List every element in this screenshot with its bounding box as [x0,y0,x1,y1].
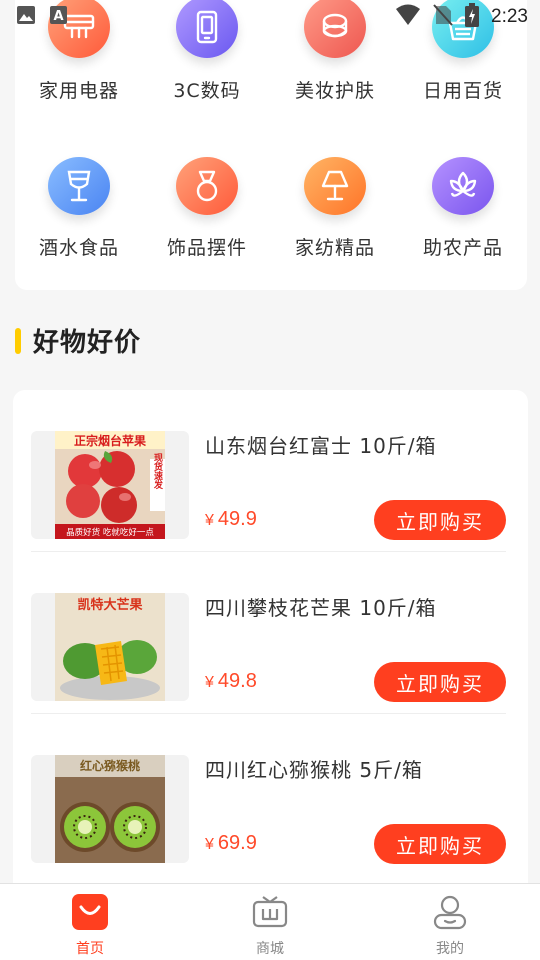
product-list: 正宗烟台苹果 现货速发 晶质好货 吃就吃好一点 山东烟台红富士 10斤/箱 ¥4… [13,390,528,910]
no-sim-icon [433,4,453,30]
lamp-icon [304,157,366,215]
currency-symbol: ¥ [205,512,214,529]
clock: 2:23 [491,6,528,27]
product-price: ¥49.8 [205,670,257,693]
profile-icon [432,894,468,934]
category-accessories[interactable]: 饰品摆件 [143,130,271,260]
category-label: 美妆护肤 [294,80,375,102]
image-footer-text: 晶质好货 吃就吃好一点 [66,527,154,538]
wine-glass-icon [48,157,110,215]
nav-label: 我的 [436,941,464,957]
section-title: 好物好价 [33,328,142,358]
category-label: 日用百货 [422,80,503,102]
buy-now-button[interactable]: 立即购买 [374,500,506,540]
status-bar: A 2:23 [0,0,540,34]
product-price: ¥69.9 [205,832,257,855]
price-value: 69.9 [217,832,257,854]
font-icon: A [50,5,68,29]
price-value: 49.8 [217,670,257,692]
kiwi-photo: 红心猕猴桃 [55,755,165,863]
wifi-icon [395,4,421,30]
bottom-nav: 首页 商城 我的 [0,883,540,960]
plant-icon [432,157,494,215]
buy-now-button[interactable]: 立即购买 [374,662,506,702]
product-item[interactable]: 红心猕猴桃 四川红心猕猴桃 5斤/箱 ¥69.9 立即购买 [31,714,506,876]
category-label: 家纺精品 [294,237,375,259]
svg-text:A: A [53,9,63,24]
category-label: 家用电器 [38,80,119,102]
category-home-textiles[interactable]: 家纺精品 [271,130,399,260]
battery-charging-icon [465,3,480,31]
category-label: 饰品摆件 [166,237,247,259]
category-grid: 家用电器 3C数码 美妆护肤 日用百货 酒水食品 饰品摆件 家纺精品 助农产品 [15,0,527,260]
product-name[interactable]: 四川攀枝花芒果 10斤/箱 [205,592,437,621]
section-accent-bar [15,327,21,354]
product-image[interactable]: 正宗烟台苹果 现货速发 晶质好货 吃就吃好一点 [31,431,189,539]
nav-label: 首页 [76,941,104,957]
store-icon [252,894,288,934]
product-price: ¥49.9 [205,508,257,531]
product-image[interactable]: 凯特大芒果 [31,593,189,701]
section-header: 好物好价 [15,322,141,359]
currency-symbol: ¥ [205,674,214,691]
image-banner-text: 正宗烟台苹果 [74,433,146,448]
nav-item-profile[interactable]: 我的 [360,884,540,960]
image-banner-text: 凯特大芒果 [77,597,142,613]
product-item[interactable]: 正宗烟台苹果 现货速发 晶质好货 吃就吃好一点 山东烟台红富士 10斤/箱 ¥4… [31,390,506,552]
category-card: 家用电器 3C数码 美妆护肤 日用百货 酒水食品 饰品摆件 家纺精品 助农产品 [15,0,527,290]
nav-item-home[interactable]: 首页 [0,884,180,960]
price-value: 49.9 [217,508,257,530]
product-image[interactable]: 红心猕猴桃 [31,755,189,863]
nav-label: 商城 [256,941,284,957]
apple-photo: 正宗烟台苹果 现货速发 晶质好货 吃就吃好一点 [55,431,165,539]
category-food-drinks[interactable]: 酒水食品 [15,130,143,260]
category-label: 3C数码 [173,80,241,102]
category-label: 助农产品 [422,237,503,259]
buy-now-button[interactable]: 立即购买 [374,824,506,864]
category-label: 酒水食品 [38,237,119,259]
product-name[interactable]: 山东烟台红富士 10斤/箱 [205,430,437,459]
product-name[interactable]: 四川红心猕猴桃 5斤/箱 [205,754,423,783]
image-icon [16,5,36,29]
image-badge-text: 现货速发 [152,453,164,490]
home-icon [72,894,108,934]
mango-photo: 凯特大芒果 [55,593,165,701]
product-item[interactable]: 凯特大芒果 四川攀枝花芒果 10斤/箱 ¥49.8 立即购买 [31,552,506,714]
image-banner-text: 红心猕猴桃 [80,758,140,773]
nav-item-store[interactable]: 商城 [180,884,360,960]
jewelry-icon [176,157,238,215]
category-agriculture[interactable]: 助农产品 [399,130,527,260]
currency-symbol: ¥ [205,836,214,853]
